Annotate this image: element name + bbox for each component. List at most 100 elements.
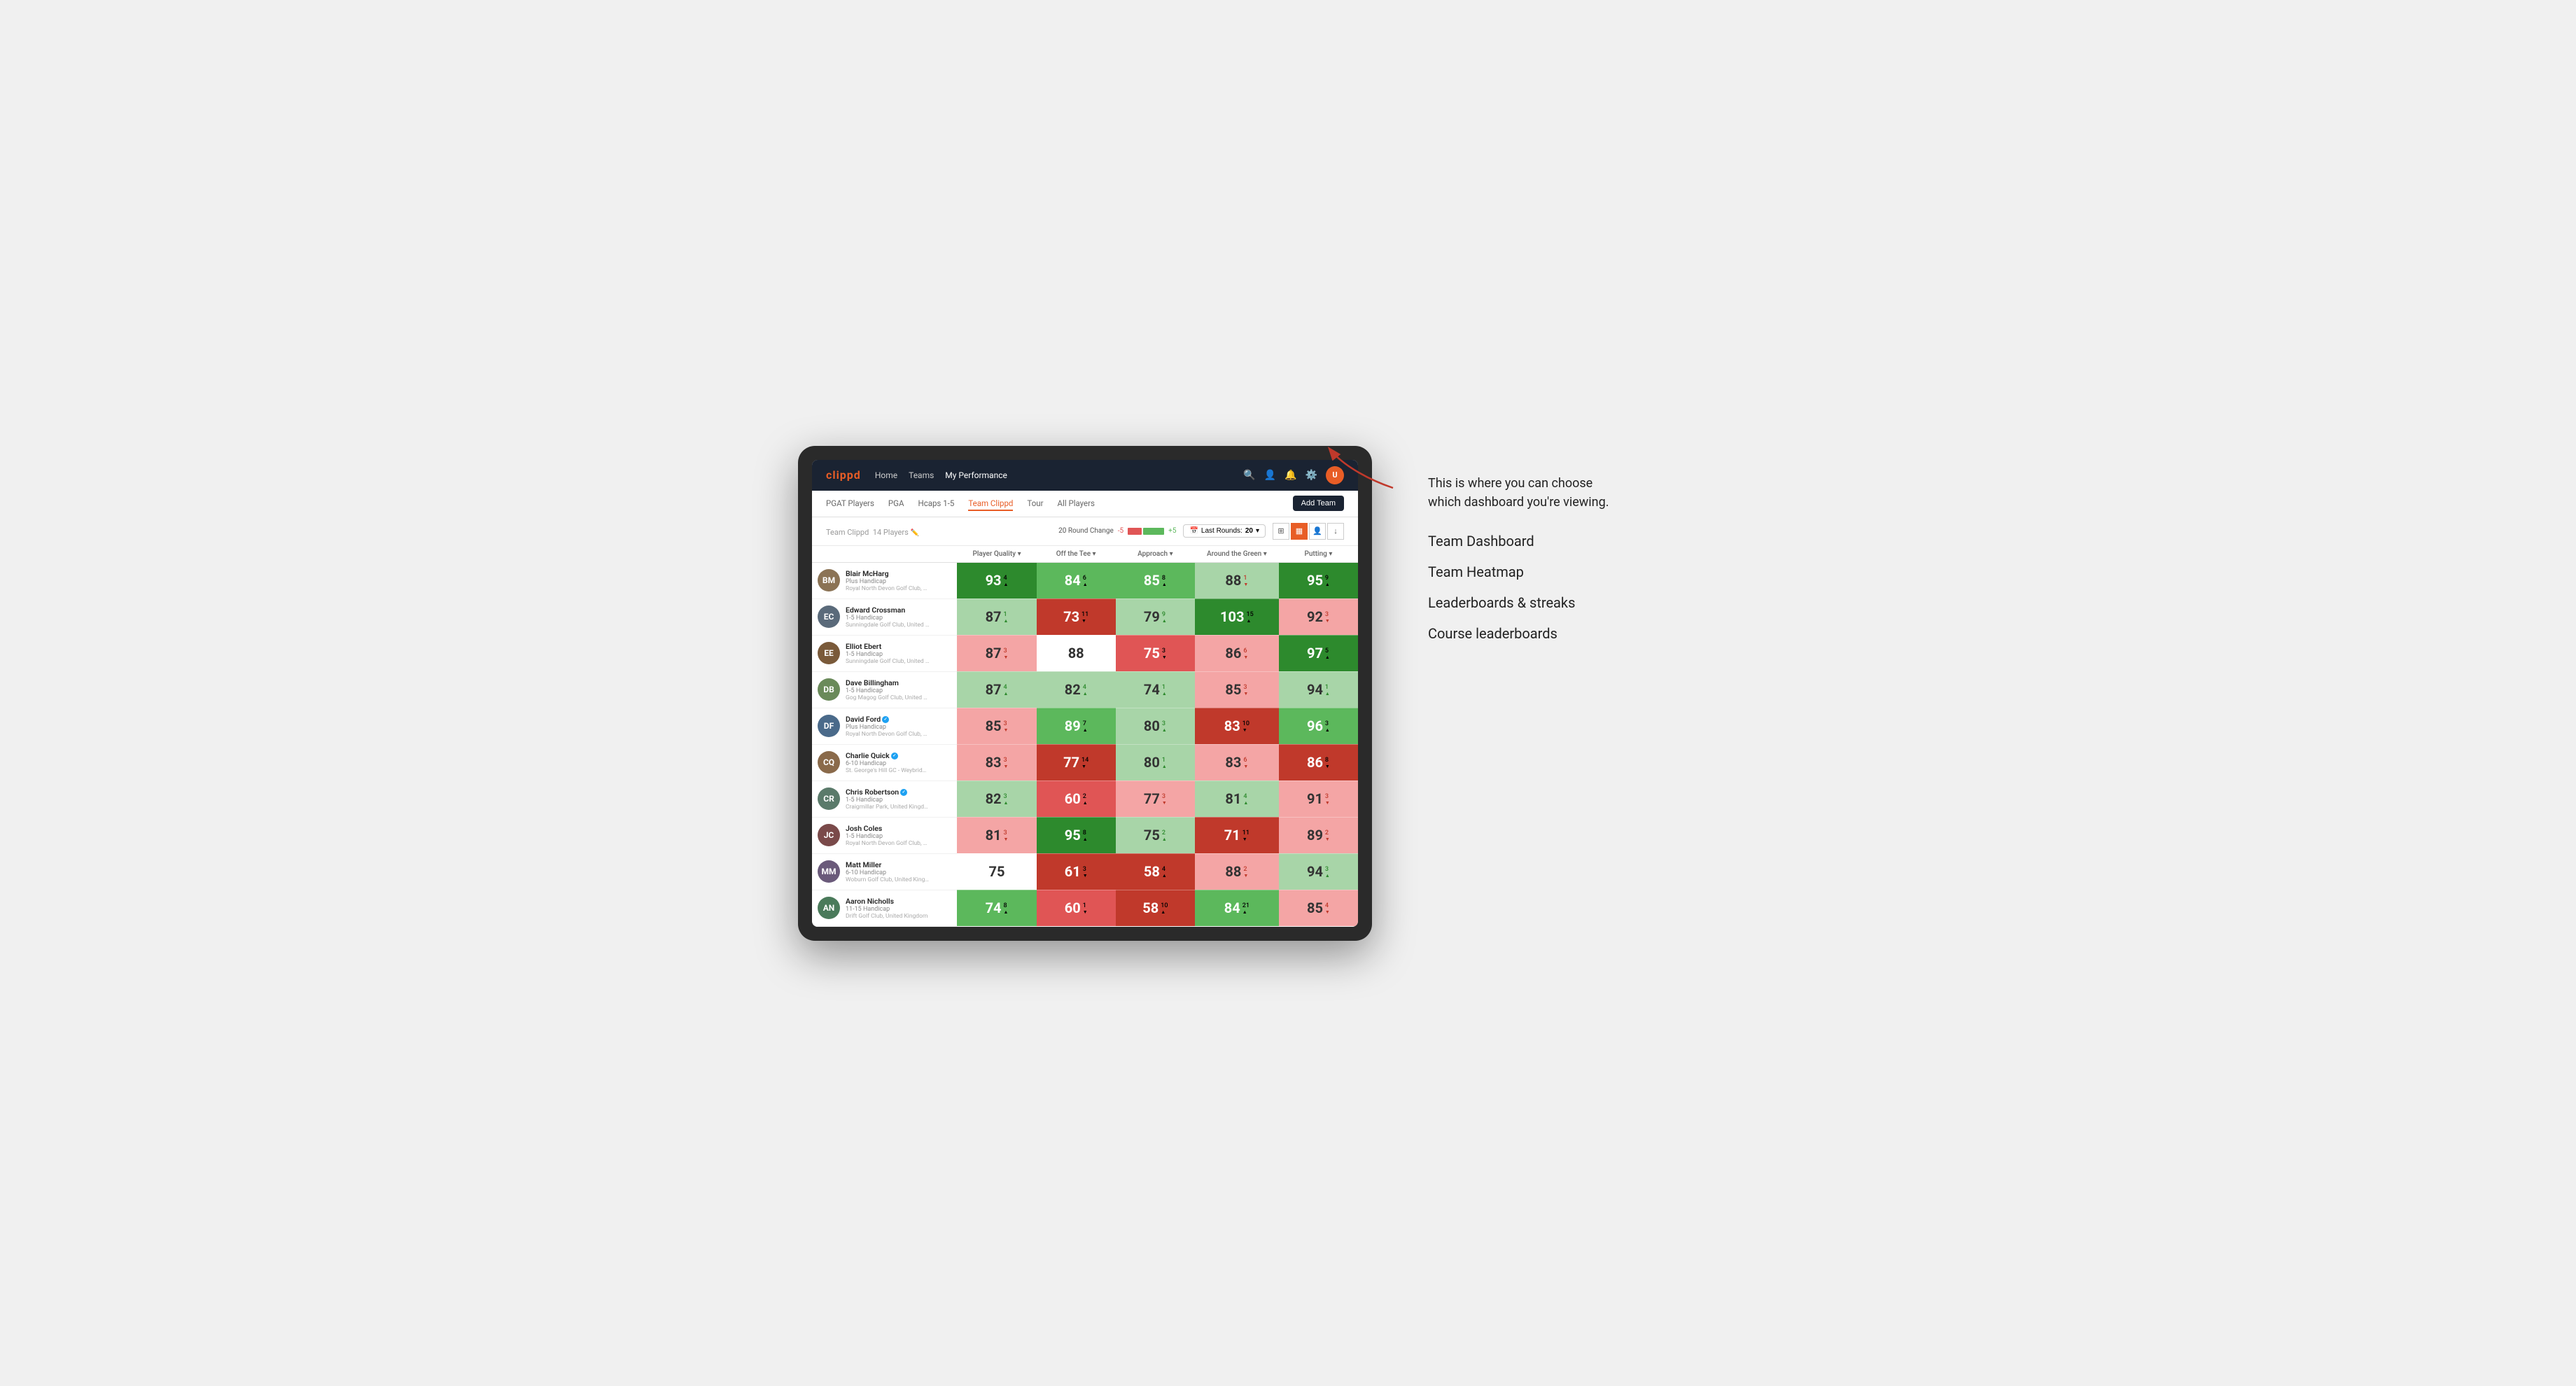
- view-btn-heatmap[interactable]: ▦: [1291, 523, 1308, 540]
- table-row[interactable]: MM Matt Miller 6-10 Handicap Woburn Golf…: [812, 853, 1358, 890]
- score-cell-approach: 75 2 ▲: [1116, 817, 1195, 853]
- col-header-tee[interactable]: Off the Tee ▾: [1037, 546, 1116, 563]
- score-cell-around: 83 10 ▼: [1195, 708, 1279, 744]
- table-row[interactable]: DB Dave Billingham 1-5 Handicap Gog Mago…: [812, 671, 1358, 708]
- score-change: 3 ▼: [1004, 757, 1009, 770]
- app-logo: clippd: [826, 468, 861, 482]
- player-details: Charlie Quick✓ 6-10 Handicap St. George'…: [846, 751, 951, 774]
- score-inner: 74 1 ▲: [1116, 672, 1195, 708]
- player-cell: BM Blair McHarg Plus Handicap Royal Nort…: [812, 562, 957, 598]
- player-club: Royal North Devon Golf Club, United King…: [846, 731, 930, 738]
- col-header-quality[interactable]: Player Quality ▾: [957, 546, 1036, 563]
- view-btn-grid[interactable]: ⊞: [1273, 523, 1289, 540]
- score-change: 10 ▲: [1161, 903, 1168, 916]
- score-cell-tee: 84 6 ▲: [1037, 562, 1116, 598]
- score-change: 21 ▲: [1242, 903, 1250, 916]
- score-inner: 77 14 ▼: [1037, 745, 1116, 780]
- score-inner: 87 3 ▼: [957, 636, 1036, 671]
- bell-icon[interactable]: 🔔: [1284, 470, 1296, 481]
- last-rounds-button[interactable]: 📅 Last Rounds: 20 ▾: [1183, 524, 1266, 538]
- player-avatar: MM: [818, 860, 840, 883]
- col-header-player: [812, 546, 957, 563]
- annotation-item-3: Course leaderboards: [1428, 625, 1764, 642]
- nav-tour[interactable]: Tour: [1027, 496, 1043, 511]
- player-avatar: EC: [818, 606, 840, 628]
- score-cell-quality: 75: [957, 853, 1036, 890]
- player-handicap: 6-10 Handicap: [846, 760, 951, 767]
- score-change: 1 ▲: [1325, 685, 1330, 697]
- score-inner: 95 8 ▲: [1037, 818, 1116, 853]
- profile-icon[interactable]: 👤: [1264, 470, 1276, 481]
- col-header-approach[interactable]: Approach ▾: [1116, 546, 1195, 563]
- score-inner: 81 3 ▼: [957, 818, 1036, 853]
- score-inner: 81 4 ▲: [1195, 781, 1279, 817]
- nav-link-home[interactable]: Home: [875, 468, 897, 483]
- player-info: AN Aaron Nicholls 11-15 Handicap Drift G…: [818, 897, 951, 920]
- table-row[interactable]: JC Josh Coles 1-5 Handicap Royal North D…: [812, 817, 1358, 853]
- col-header-putting[interactable]: Putting ▾: [1279, 546, 1358, 563]
- score-inner: 93 4 ▲: [957, 563, 1036, 598]
- score-value: 85: [1144, 573, 1160, 587]
- score-value: 86: [1225, 646, 1241, 660]
- score-inner: 95 9 ▲: [1279, 563, 1358, 598]
- score-value: 88: [1225, 864, 1241, 878]
- view-btn-list[interactable]: 👤: [1309, 523, 1326, 540]
- score-value: 86: [1307, 755, 1323, 769]
- score-change: 3 ▲: [1162, 721, 1167, 734]
- nav-pgat[interactable]: PGAT Players: [826, 496, 874, 511]
- player-cell: JC Josh Coles 1-5 Handicap Royal North D…: [812, 817, 957, 853]
- score-change: 8 ▼: [1325, 757, 1330, 770]
- score-value: 88: [1225, 573, 1241, 587]
- table-row[interactable]: DF David Ford✓ Plus Handicap Royal North…: [812, 708, 1358, 744]
- search-icon[interactable]: 🔍: [1243, 470, 1255, 481]
- score-change: 6 ▼: [1243, 757, 1248, 770]
- nav-pga[interactable]: PGA: [888, 496, 904, 511]
- player-name: Blair McHarg: [846, 569, 951, 578]
- nav-links: Home Teams My Performance: [875, 468, 1229, 483]
- table-row[interactable]: EC Edward Crossman 1-5 Handicap Sunningd…: [812, 598, 1358, 635]
- score-change: 1 ▲: [1162, 685, 1167, 697]
- player-name: Charlie Quick✓: [846, 751, 951, 760]
- score-value: 91: [1307, 792, 1323, 806]
- add-team-button[interactable]: Add Team: [1293, 496, 1344, 511]
- score-inner: 96 3 ▲: [1279, 708, 1358, 744]
- score-change: 2 ▲: [1083, 794, 1088, 806]
- table-row[interactable]: CR Chris Robertson✓ 1-5 Handicap Craigmi…: [812, 780, 1358, 817]
- player-club: Gog Magog Golf Club, United Kingdom: [846, 694, 930, 701]
- round-change: 20 Round Change -5 +5: [1058, 527, 1176, 535]
- score-inner: 73 11 ▼: [1037, 599, 1116, 635]
- score-inner: 83 6 ▼: [1195, 745, 1279, 780]
- score-cell-putting: 97 5 ▲: [1279, 635, 1358, 671]
- score-cell-putting: 89 2 ▼: [1279, 817, 1358, 853]
- table-row[interactable]: AN Aaron Nicholls 11-15 Handicap Drift G…: [812, 890, 1358, 926]
- score-cell-tee: 89 7 ▲: [1037, 708, 1116, 744]
- score-cell-tee: 73 11 ▼: [1037, 598, 1116, 635]
- score-value: 103: [1220, 610, 1244, 624]
- bar-green: [1143, 528, 1164, 535]
- score-cell-around: 88 1 ▼: [1195, 562, 1279, 598]
- table-row[interactable]: EE Elliot Ebert 1-5 Handicap Sunningdale…: [812, 635, 1358, 671]
- nav-hcaps[interactable]: Hcaps 1-5: [918, 496, 954, 511]
- table-row[interactable]: BM Blair McHarg Plus Handicap Royal Nort…: [812, 562, 1358, 598]
- score-cell-approach: 77 3 ▼: [1116, 780, 1195, 817]
- player-details: Elliot Ebert 1-5 Handicap Sunningdale Go…: [846, 642, 951, 665]
- col-header-around[interactable]: Around the Green ▾: [1195, 546, 1279, 563]
- score-change: 3 ▲: [1004, 794, 1009, 806]
- score-value: 75: [1144, 828, 1160, 842]
- player-cell: EE Elliot Ebert 1-5 Handicap Sunningdale…: [812, 635, 957, 671]
- table-row[interactable]: CQ Charlie Quick✓ 6-10 Handicap St. Geor…: [812, 744, 1358, 780]
- view-btn-export[interactable]: ↓: [1327, 523, 1344, 540]
- score-value: 80: [1144, 719, 1160, 733]
- player-handicap: 6-10 Handicap: [846, 869, 951, 876]
- player-avatar: CQ: [818, 751, 840, 774]
- nav-link-my-performance[interactable]: My Performance: [945, 468, 1007, 483]
- nav-all-players[interactable]: All Players: [1058, 496, 1095, 511]
- nav-link-teams[interactable]: Teams: [909, 468, 934, 483]
- nav-team-clippd[interactable]: Team Clippd: [968, 496, 1013, 511]
- score-inner: 86 8 ▼: [1279, 745, 1358, 780]
- score-cell-around: 85 3 ▼: [1195, 671, 1279, 708]
- annotation-item-2: Leaderboards & streaks: [1428, 594, 1764, 611]
- edit-icon[interactable]: ✏️: [910, 529, 918, 537]
- score-value: 95: [1065, 828, 1081, 842]
- bar-red: [1128, 528, 1142, 535]
